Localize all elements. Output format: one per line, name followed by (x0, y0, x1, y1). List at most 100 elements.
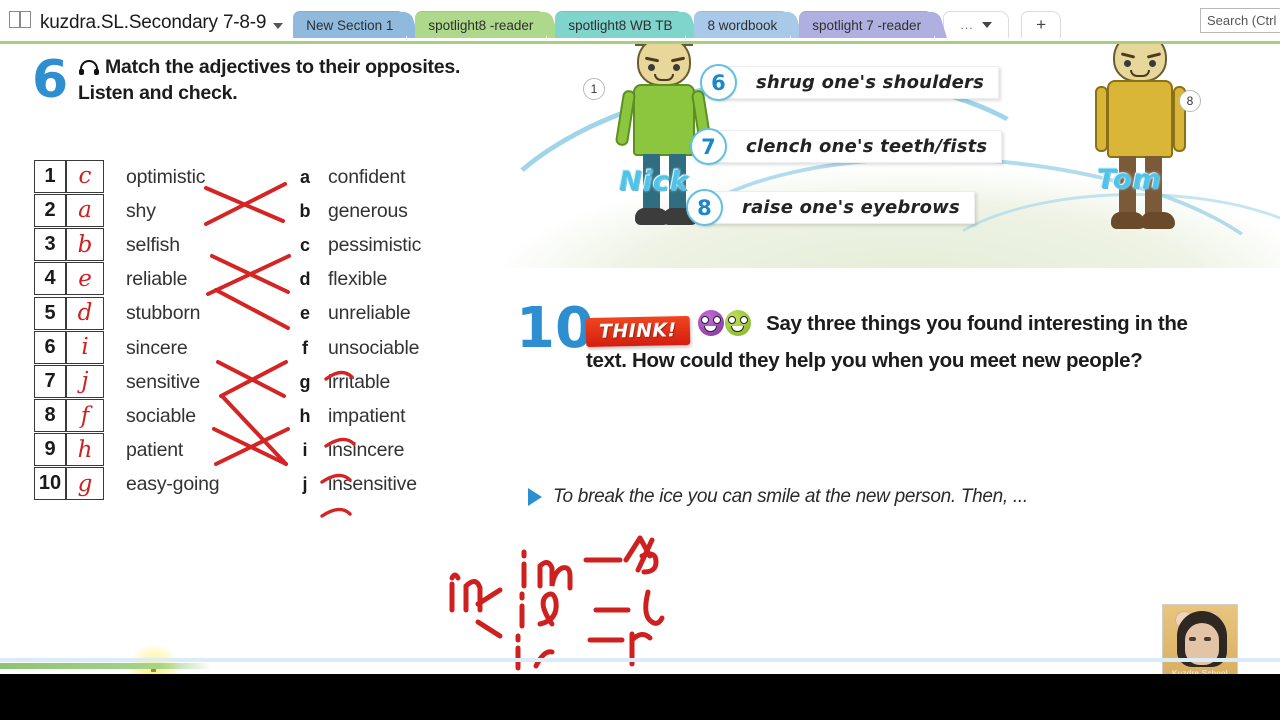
item-number: 8 (34, 399, 66, 433)
search-input[interactable]: Search (Ctrl (1200, 8, 1280, 33)
adjective-word: optimistic (126, 165, 206, 188)
avatar[interactable]: Kuzdra School (1162, 604, 1238, 674)
phrase-text: shrug one's shoulders (756, 72, 985, 93)
matching-row: 10 g easy-going j insensitive (34, 467, 504, 502)
tab-label: spotlight 7 -reader (812, 17, 922, 33)
app-header: kuzdra.SL.Secondary 7-8-9 New Section 1 … (0, 0, 1280, 44)
matching-row: 9 h patient i insincere (34, 433, 504, 468)
handwritten-answer[interactable]: i (66, 330, 104, 364)
option-letter: c (299, 234, 310, 255)
adjective-word: selfish (126, 233, 180, 256)
headphones-icon (78, 60, 100, 75)
exercise-6-instruction-block: Match the adjectives to their opposites.… (78, 52, 502, 106)
matching-row: 2 a shy b generous (34, 193, 504, 228)
handwritten-answer[interactable]: h (66, 433, 104, 467)
page-canvas[interactable]: 6 Match the adjectives to their opposite… (0, 44, 1280, 674)
smiley-face-purple-icon (697, 310, 724, 336)
character-name-tom: Tom (1097, 164, 1162, 195)
taskbar (0, 674, 1280, 720)
item-number: 10 (34, 467, 66, 501)
section-tab-new-section-1[interactable]: New Section 1 (293, 11, 407, 38)
adjective-word: sensitive (126, 370, 201, 393)
more-sections-button[interactable]: ... (943, 11, 1010, 38)
add-section-label: + (1036, 15, 1047, 34)
adjective-word: stubborn (126, 302, 201, 325)
opposite-word: flexible (328, 268, 388, 291)
clipped-heading-above (110, 44, 510, 48)
opposite-word: impatient (328, 404, 406, 427)
page-progress-strip (0, 663, 212, 669)
phrase-number: 8 (686, 189, 723, 226)
example-answer-text: To break the ice you can smile at the ne… (553, 486, 1028, 507)
matching-row: 3 b selfish c pessimistic (34, 228, 504, 262)
handwritten-answer[interactable]: c (66, 159, 104, 193)
opposite-word: insensitive (328, 473, 417, 496)
section-tab-spotlight8-reader[interactable]: spotlight8 -reader (415, 11, 547, 38)
adjective-word: sociable (126, 404, 196, 427)
chevron-down-icon[interactable] (273, 23, 284, 29)
handwritten-answer[interactable]: d (66, 296, 104, 330)
handwritten-answer[interactable]: b (66, 228, 104, 262)
item-number: 2 (34, 193, 66, 227)
adjective-word: reliable (126, 268, 188, 291)
matching-row: 4 e reliable d flexible (34, 262, 504, 297)
example-answer-line: To break the ice you can smile at the ne… (528, 486, 1228, 508)
textbook-artwork: Nick 1 Tom 8 6 shrug one's shoulders 7 c… (505, 44, 1280, 268)
exercise-6: 6 Match the adjectives to their opposite… (32, 52, 502, 106)
opposite-word: unsociable (328, 336, 420, 359)
item-number: 7 (34, 364, 66, 398)
search-placeholder: Search (Ctrl (1207, 13, 1277, 28)
option-letter: j (302, 474, 308, 495)
section-tab-spotlight7-reader[interactable]: spotlight 7 -reader (799, 11, 935, 38)
handwritten-answer[interactable]: f (66, 399, 104, 433)
option-letter: d (299, 269, 311, 290)
item-number: 9 (34, 433, 66, 467)
item-number: 4 (34, 262, 66, 296)
phrase-bubble-6: 6 shrug one's shoulders (700, 64, 1000, 101)
matching-row: 1 c optimistic a confident (34, 159, 504, 194)
notebook-icon (8, 9, 34, 31)
handwritten-answer[interactable]: j (66, 364, 104, 398)
matching-row: 5 d stubborn e unreliable (34, 296, 504, 331)
handwritten-answer[interactable]: a (66, 193, 104, 227)
opposite-word: unreliable (328, 302, 411, 325)
option-letter: g (299, 371, 311, 392)
phrase-number: 6 (700, 64, 737, 101)
opposite-word: pessimistic (328, 233, 422, 256)
page-bottom-strip (0, 658, 1280, 662)
notebook-title[interactable]: kuzdra.SL.Secondary 7-8-9 (40, 12, 266, 34)
add-section-button[interactable]: + (1021, 11, 1062, 38)
avatar-eye (1204, 637, 1211, 641)
section-tab-8-wordbook[interactable]: 8 wordbook (694, 11, 791, 38)
matching-row: 6 i sincere f unsociable (34, 330, 504, 365)
tab-label: 8 wordbook (707, 17, 778, 33)
option-letter: i (302, 440, 308, 461)
triangle-right-icon (528, 488, 542, 506)
phrase-bubble-7: 7 clench one's teeth/fists (690, 128, 1003, 165)
chevron-down-icon (981, 22, 992, 28)
handwritten-answer[interactable]: g (66, 467, 104, 501)
opposite-word: generous (328, 199, 408, 222)
matching-row: 7 j sensitive g irritable (34, 364, 504, 399)
character-callout-nick: 1 (583, 78, 605, 100)
phrase-text: clench one's teeth/fists (746, 136, 988, 157)
phrase-number: 7 (690, 128, 727, 165)
option-letter: h (299, 405, 311, 426)
onenote-window: kuzdra.SL.Secondary 7-8-9 New Section 1 … (0, 0, 1280, 720)
more-sections-label: ... (960, 18, 974, 32)
option-letter: f (302, 337, 308, 358)
matching-exercise-table: 1 c optimistic a confident 2 a shy b gen… (34, 159, 504, 502)
adjective-word: patient (126, 439, 184, 462)
adjective-word: easy-going (126, 473, 220, 496)
tab-label: New Section 1 (306, 17, 394, 33)
tab-label: spotlight8 -reader (428, 17, 534, 33)
section-tab-spotlight8-wb-tb[interactable]: spotlight8 WB TB (555, 11, 686, 38)
think-badge: THINK! (585, 315, 690, 348)
handwritten-answer[interactable]: e (66, 262, 104, 296)
item-number: 5 (34, 296, 66, 330)
smiley-face-green-icon (724, 310, 751, 336)
character-name-nick: Nick (619, 166, 689, 197)
section-tab-bar: New Section 1 spotlight8 -reader spotlig… (293, 0, 1062, 41)
opposite-word: confident (328, 165, 406, 188)
exercise-10-number: 10 (516, 296, 594, 361)
